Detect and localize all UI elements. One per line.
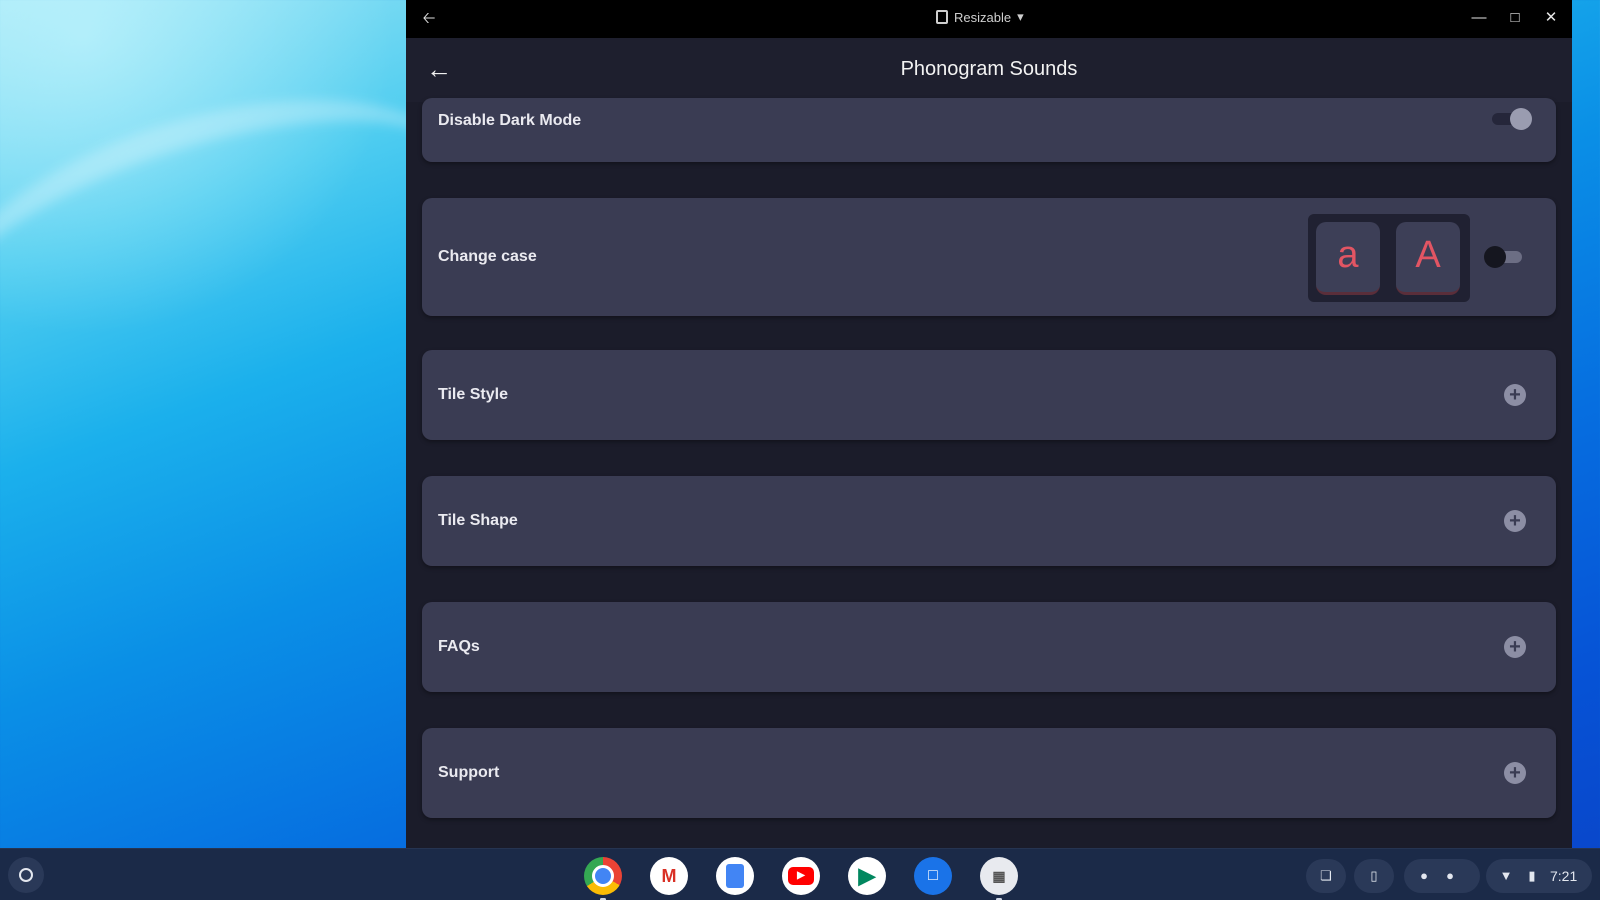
setting-label: Change case: [438, 248, 537, 265]
setting-faqs[interactable]: FAQs +: [422, 602, 1556, 692]
gmail-icon[interactable]: M: [650, 857, 688, 895]
notification-icon: ●: [1420, 868, 1428, 883]
play-store-icon[interactable]: ▶: [848, 857, 886, 895]
docs-page: [726, 864, 744, 888]
resize-mode-button[interactable]: Resizable ▾: [936, 9, 1024, 25]
resize-icon: [936, 10, 948, 24]
notification-icon: ●: [1446, 868, 1454, 883]
settings-list: Disable Dark Mode Change case a A Tile S…: [406, 98, 1572, 848]
setting-label: Disable Dark Mode: [438, 112, 582, 129]
maximize-icon[interactable]: □: [1504, 6, 1526, 30]
chrome-center: [592, 865, 614, 887]
setting-support[interactable]: Support +: [422, 728, 1556, 818]
toggle-knob: [1484, 246, 1506, 268]
notifications-tray[interactable]: ● ●: [1404, 859, 1480, 893]
youtube-icon[interactable]: ▶: [782, 857, 820, 895]
minimize-icon[interactable]: —: [1468, 6, 1490, 30]
phonogram-app-icon[interactable]: ▦: [980, 857, 1018, 900]
app-bar: ← Phonogram Sounds: [406, 38, 1572, 102]
setting-label: Support: [438, 764, 500, 781]
holding-space-button[interactable]: ❏: [1306, 859, 1346, 893]
toggle-knob: [1510, 108, 1532, 130]
plus-icon[interactable]: +: [1504, 384, 1526, 406]
wifi-icon: ▼: [1499, 868, 1513, 883]
clock: 7:21: [1550, 868, 1578, 884]
app-window: 🡠 Resizable ▾ — □ ✕ ← Phonogram Sounds D…: [406, 0, 1572, 848]
docs-icon[interactable]: [716, 857, 754, 895]
shelf: M ▶ ▶ □ ▦ ❏ ▯ ● ● ▼ ▮ 7:21: [0, 848, 1600, 900]
setting-change-case: Change case a A: [422, 198, 1556, 316]
phone-hub-button[interactable]: ▯: [1354, 859, 1394, 893]
arrow-left-icon[interactable]: 🡠: [418, 8, 440, 30]
setting-label: Tile Shape: [438, 512, 518, 529]
launcher-button[interactable]: [8, 857, 44, 893]
case-preview: a A: [1308, 214, 1470, 302]
change-case-toggle[interactable]: [1484, 246, 1526, 268]
battery-icon: ▮: [1528, 868, 1536, 883]
status-area[interactable]: ▼ ▮ 7:21: [1486, 859, 1592, 893]
setting-tile-style[interactable]: Tile Style +: [422, 350, 1556, 440]
window-titlebar: 🡠 Resizable ▾ — □ ✕: [406, 0, 1572, 38]
page-title: Phonogram Sounds: [900, 58, 1078, 80]
uppercase-key[interactable]: A: [1396, 222, 1460, 295]
play-triangle: ▶: [788, 867, 814, 885]
plus-icon[interactable]: +: [1504, 510, 1526, 532]
setting-label: FAQs: [438, 638, 480, 655]
close-icon[interactable]: ✕: [1540, 6, 1562, 30]
dark-mode-toggle[interactable]: [1488, 108, 1532, 130]
setting-disable-dark-mode: Disable Dark Mode: [422, 98, 1556, 162]
plus-icon[interactable]: +: [1504, 636, 1526, 658]
phone-icon: ▯: [1370, 868, 1378, 883]
lowercase-key[interactable]: a: [1316, 222, 1380, 295]
clipboard-icon: ❏: [1320, 868, 1332, 883]
messages-icon[interactable]: □: [914, 857, 952, 895]
chrome-icon[interactable]: [584, 857, 622, 900]
setting-label: Tile Style: [438, 386, 508, 403]
setting-tile-shape[interactable]: Tile Shape +: [422, 476, 1556, 566]
resize-mode-label: Resizable: [954, 9, 1012, 25]
plus-icon[interactable]: +: [1504, 762, 1526, 784]
chevron-down-icon: ▾: [1017, 9, 1024, 24]
